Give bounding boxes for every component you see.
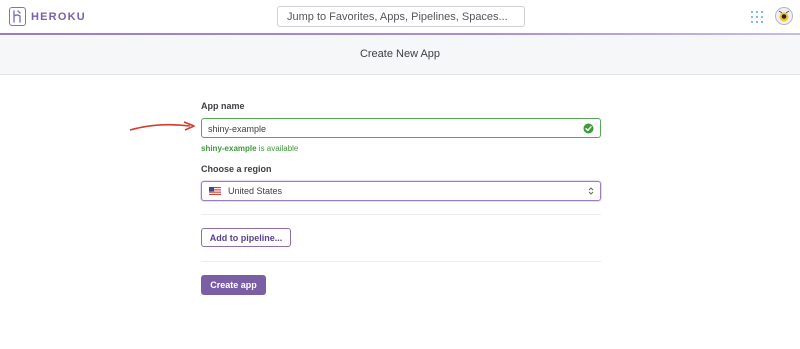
top-nav: HEROKU Jump to Favorites, Apps, Pipeline… (0, 0, 800, 33)
us-flag-icon (209, 187, 221, 195)
annotation-arrow-icon (129, 121, 195, 131)
user-avatar[interactable] (775, 7, 793, 25)
page-title: Create New App (359, 48, 441, 60)
page-header: Create New App (0, 35, 800, 75)
add-to-pipeline-button[interactable]: Add to pipeline... (201, 228, 291, 247)
create-app-button[interactable]: Create app (201, 275, 266, 295)
availability-app-name: shiny-example (201, 144, 257, 153)
availability-suffix: is available (256, 144, 299, 153)
app-name-label: App name (201, 101, 245, 111)
heroku-logo-icon[interactable] (9, 7, 26, 26)
region-label: Choose a region (201, 164, 272, 174)
divider (201, 261, 601, 262)
app-name-valid-indicator (577, 118, 601, 138)
divider (201, 214, 601, 215)
app-name-input[interactable]: shiny-example (201, 118, 578, 138)
global-search-input[interactable]: Jump to Favorites, Apps, Pipelines, Spac… (277, 6, 525, 27)
apps-grid-icon[interactable] (751, 11, 763, 23)
availability-message: shiny-example is available (201, 144, 298, 153)
region-select[interactable]: United States (201, 181, 601, 201)
select-arrows-icon (588, 187, 594, 195)
region-selected-value: United States (228, 186, 283, 196)
brand-name[interactable]: HEROKU (31, 11, 86, 23)
check-circle-icon (583, 123, 594, 134)
